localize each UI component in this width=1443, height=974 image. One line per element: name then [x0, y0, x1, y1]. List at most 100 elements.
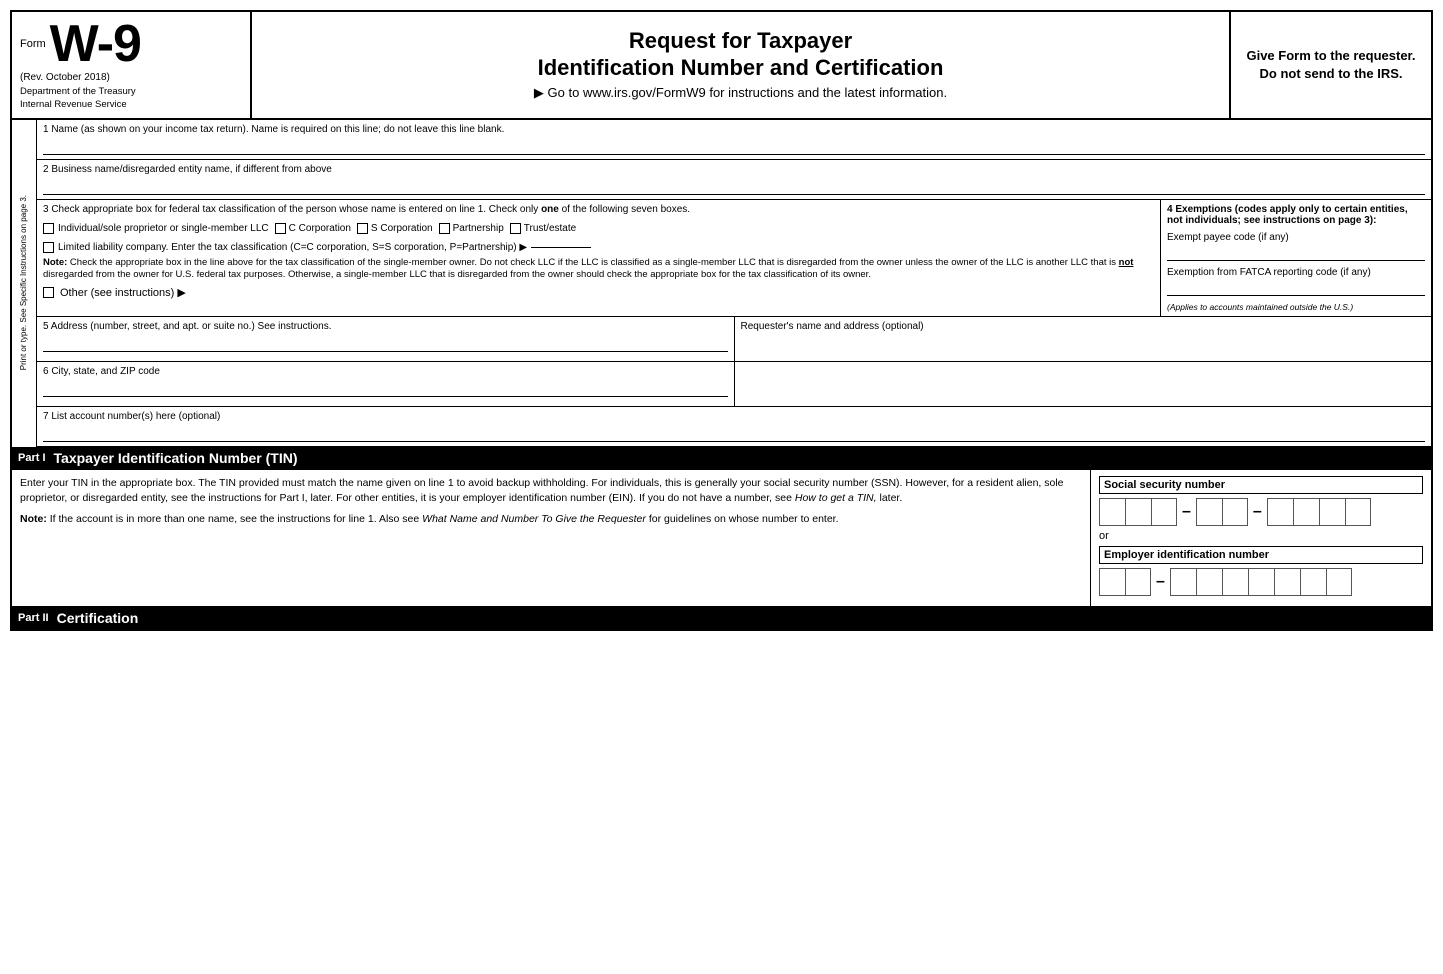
checkbox-trust-label: Trust/estate — [524, 223, 576, 234]
ssn-label: Social security number — [1099, 476, 1423, 494]
dept-text: Department of the Treasury Internal Reve… — [20, 85, 242, 112]
checkbox-partnership: Partnership — [439, 223, 504, 234]
ssn-cell-7[interactable] — [1293, 498, 1319, 526]
ein-cell-2[interactable] — [1125, 568, 1151, 596]
part1-para1: Enter your TIN in the appropriate box. T… — [20, 476, 1082, 506]
field-7-row: 7 List account number(s) here (optional) — [37, 407, 1431, 447]
ein-boxes: – — [1099, 568, 1423, 596]
field-2-label: 2 Business name/disregarded entity name,… — [43, 164, 1425, 175]
main-title-line1: Request for Taxpayer Identification Numb… — [262, 28, 1219, 81]
ssn-boxes: – – — [1099, 498, 1423, 526]
ein-cell-4[interactable] — [1196, 568, 1222, 596]
field-7-input[interactable] — [43, 424, 1425, 442]
part1-label: Part I — [18, 452, 46, 464]
field-1-label: 1 Name (as shown on your income tax retu… — [43, 124, 1425, 135]
sidebar-text: Print or type. See Specific Instructions… — [19, 195, 29, 370]
field-5-left: 5 Address (number, street, and apt. or s… — [37, 317, 735, 361]
header-right: Give Form to the requester. Do not send … — [1231, 12, 1431, 118]
ssn-cell-8[interactable] — [1319, 498, 1345, 526]
part2-label: Part II — [18, 612, 49, 624]
checkbox-c-corp-box[interactable] — [275, 223, 286, 234]
ssn-cell-2[interactable] — [1125, 498, 1151, 526]
section-3-left: 3 Check appropriate box for federal tax … — [37, 200, 1161, 316]
field-1-row: 1 Name (as shown on your income tax retu… — [37, 120, 1431, 160]
checkbox-individual-label: Individual/sole proprietor or single-mem… — [58, 223, 269, 234]
ein-cell-8[interactable] — [1300, 568, 1326, 596]
applies-note: (Applies to accounts maintained outside … — [1167, 302, 1425, 312]
field-6-left: 6 City, state, and ZIP code — [37, 362, 735, 406]
field-6-label: 6 City, state, and ZIP code — [43, 366, 728, 377]
field-3-label: 3 Check appropriate box for federal tax … — [43, 204, 1154, 215]
checkbox-individual: Individual/sole proprietor or single-mem… — [43, 223, 269, 234]
exempt-section: Exempt payee code (if any) Exemption fro… — [1167, 232, 1425, 312]
part1-para2: Note: If the account is in more than one… — [20, 512, 1082, 527]
exempt-payee-input[interactable] — [1167, 245, 1425, 261]
rev-date: (Rev. October 2018) — [20, 72, 242, 83]
llc-input[interactable] — [531, 247, 591, 248]
checkbox-partnership-box[interactable] — [439, 223, 450, 234]
ssn-cell-1[interactable] — [1099, 498, 1125, 526]
llc-row: Limited liability company. Enter the tax… — [43, 242, 1154, 253]
checkbox-trust-box[interactable] — [510, 223, 521, 234]
ein-cell-6[interactable] — [1248, 568, 1274, 596]
ein-label: Employer identification number — [1099, 546, 1423, 564]
address-section: 5 Address (number, street, and apt. or s… — [37, 317, 1431, 362]
checkbox-llc-box[interactable] — [43, 242, 54, 253]
section-4-right: 4 Exemptions (codes apply only to certai… — [1161, 200, 1431, 316]
part2-header: Part II Certification — [12, 607, 1431, 629]
ssn-cell-4[interactable] — [1196, 498, 1222, 526]
checkbox-s-corp-box[interactable] — [357, 223, 368, 234]
field-2-input[interactable] — [43, 177, 1425, 195]
w9-form: Form W-9 (Rev. October 2018) Department … — [10, 10, 1433, 631]
fatca-label: Exemption from FATCA reporting code (if … — [1167, 267, 1425, 278]
or-text: or — [1099, 530, 1423, 542]
ein-dash: – — [1154, 573, 1167, 591]
field-5-label: 5 Address (number, street, and apt. or s… — [43, 321, 728, 332]
field-1-input[interactable] — [43, 137, 1425, 155]
field-6-section: 6 City, state, and ZIP code — [37, 362, 1431, 407]
form-word-label: Form — [20, 38, 46, 50]
ein-group-1 — [1099, 568, 1151, 596]
ssn-dash-2: – — [1251, 503, 1264, 521]
llc-label: Limited liability company. Enter the tax… — [58, 242, 527, 253]
checkbox-partnership-label: Partnership — [453, 223, 504, 234]
ssn-dash-1: – — [1180, 503, 1193, 521]
field-2-row: 2 Business name/disregarded entity name,… — [37, 160, 1431, 200]
field-6-right — [735, 362, 1432, 406]
checkbox-s-corp-label: S Corporation — [371, 223, 433, 234]
main-body: 1 Name (as shown on your income tax retu… — [37, 120, 1431, 447]
ein-cell-9[interactable] — [1326, 568, 1352, 596]
ein-cell-1[interactable] — [1099, 568, 1125, 596]
checkbox-s-corp: S Corporation — [357, 223, 433, 234]
note-text: Note: Check the appropriate box in the l… — [43, 257, 1154, 283]
checkbox-c-corp: C Corporation — [275, 223, 351, 234]
ssn-cell-3[interactable] — [1151, 498, 1177, 526]
part1-header: Part I Taxpayer Identification Number (T… — [12, 447, 1431, 470]
part1-body: Enter your TIN in the appropriate box. T… — [12, 470, 1431, 607]
ein-cell-7[interactable] — [1274, 568, 1300, 596]
field-5-input[interactable] — [43, 334, 728, 352]
form-title-block: Form W-9 — [20, 18, 242, 70]
requester-label: Requester's name and address (optional) — [741, 321, 1426, 332]
form-header: Form W-9 (Rev. October 2018) Department … — [12, 12, 1431, 120]
ein-cell-5[interactable] — [1222, 568, 1248, 596]
form-body: Print or type. See Specific Instructions… — [12, 120, 1431, 447]
ssn-cell-9[interactable] — [1345, 498, 1371, 526]
form-number: W-9 — [50, 18, 141, 70]
give-form-text: Give Form to the requester. Do not send … — [1239, 47, 1423, 83]
field-4-label: 4 Exemptions (codes apply only to certai… — [1167, 204, 1425, 226]
ssn-cell-5[interactable] — [1222, 498, 1248, 526]
header-left: Form W-9 (Rev. October 2018) Department … — [12, 12, 252, 118]
checkbox-other-box[interactable] — [43, 287, 54, 298]
exempt-label: Exempt payee code (if any) — [1167, 232, 1425, 243]
go-to-text: ▶ Go to www.irs.gov/FormW9 for instructi… — [262, 85, 1219, 101]
ein-cell-3[interactable] — [1170, 568, 1196, 596]
part2-title: Certification — [57, 610, 139, 626]
ssn-cell-6[interactable] — [1267, 498, 1293, 526]
header-center: Request for Taxpayer Identification Numb… — [252, 12, 1231, 118]
checkbox-individual-box[interactable] — [43, 223, 54, 234]
section-3-4-row: 3 Check appropriate box for federal tax … — [37, 200, 1431, 317]
field-6-input[interactable] — [43, 379, 728, 397]
checkbox-row-1: Individual/sole proprietor or single-mem… — [43, 219, 1154, 238]
fatca-input[interactable] — [1167, 280, 1425, 296]
